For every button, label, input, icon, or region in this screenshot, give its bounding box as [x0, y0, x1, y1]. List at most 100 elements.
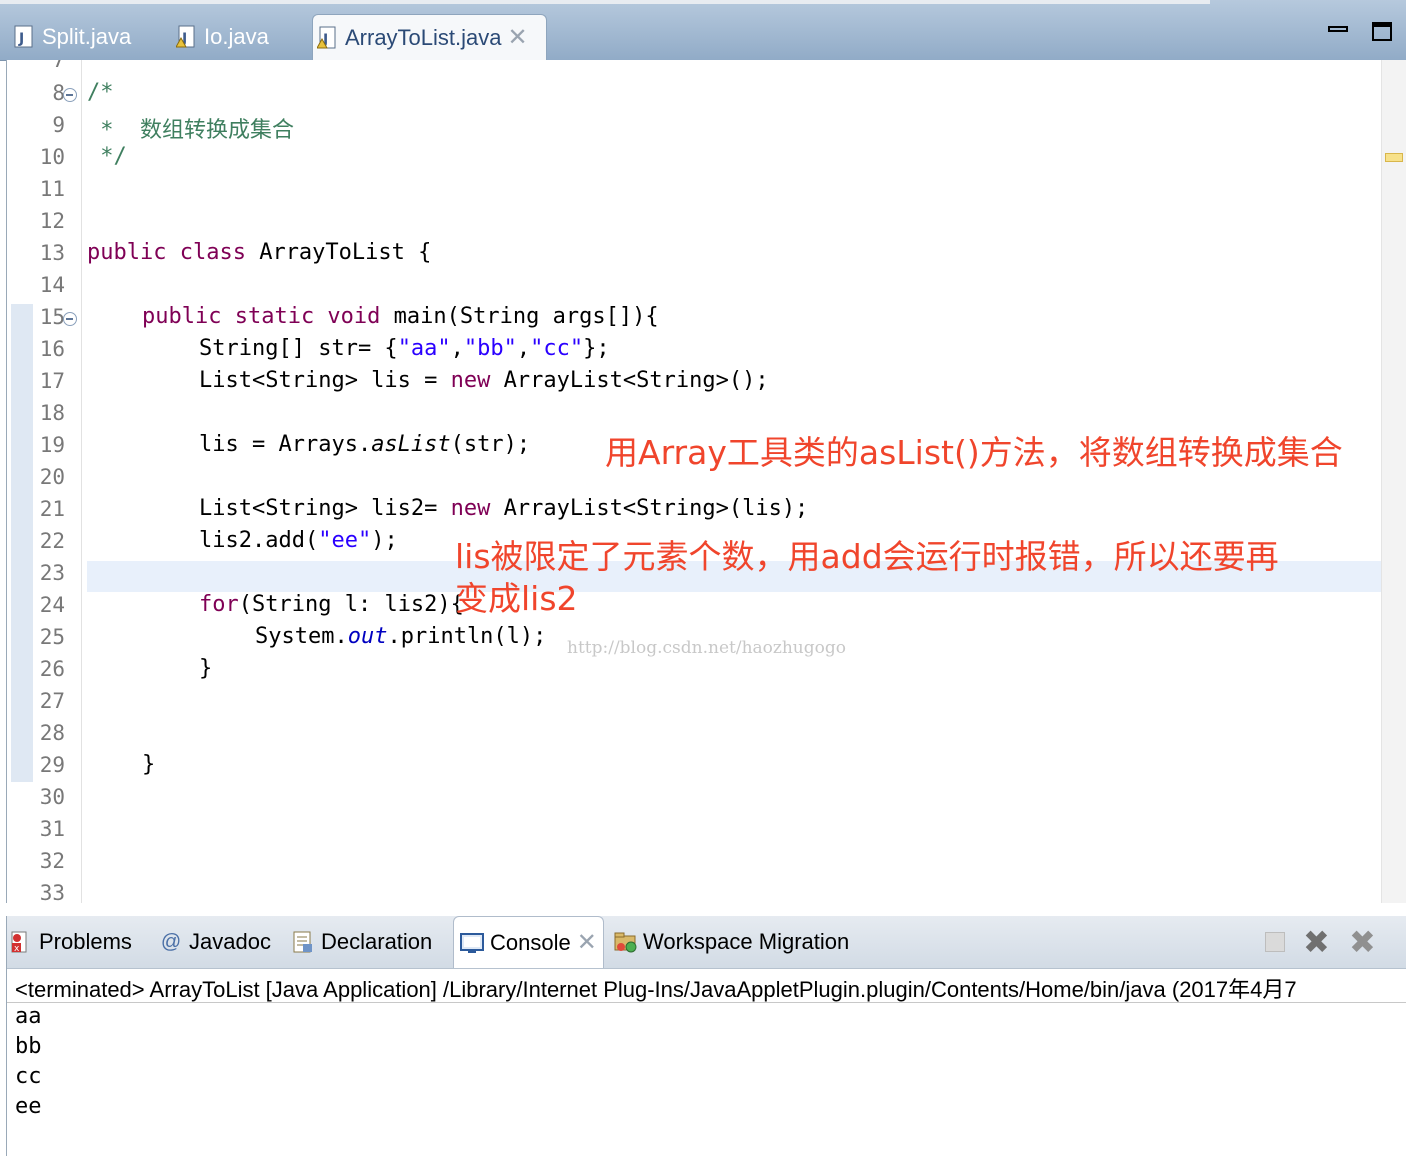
- code-line-26: }: [199, 656, 212, 681]
- remove-all-terminated-icon[interactable]: ✖: [1349, 924, 1376, 960]
- code-line-15: public static void main(String args[]){: [142, 304, 659, 329]
- line-number: 30: [39, 785, 65, 809]
- code-text: ,: [516, 336, 531, 361]
- line-number: 7: [52, 60, 65, 72]
- code-line-16: String[] str= {"aa","bb","cc"};: [199, 336, 610, 361]
- line-number: 9: [52, 113, 65, 137]
- line-number: 14: [39, 273, 65, 297]
- console-output-line: aa: [15, 1004, 42, 1029]
- comment-text: */: [87, 144, 127, 169]
- tab-arraytolist-java[interactable]: J ArrayToList.java ✕: [312, 14, 547, 60]
- console-icon: [460, 931, 484, 955]
- line-number: 10: [39, 145, 65, 169]
- line-number: 33: [39, 881, 65, 903]
- line-number: 28: [39, 721, 65, 745]
- line-number: 23: [39, 561, 65, 585]
- close-icon[interactable]: ✕: [508, 23, 528, 52]
- declaration-icon: [291, 930, 315, 954]
- console-view: x Problems @ Javadoc Declaration Console…: [6, 916, 1406, 1156]
- maximize-icon[interactable]: [1372, 22, 1394, 42]
- code-line-22: lis2.add("ee");: [199, 528, 398, 553]
- tab-declaration[interactable]: Declaration: [291, 916, 432, 968]
- comment-text: * 数组转换成集合: [87, 118, 294, 143]
- line-number: 24: [39, 593, 65, 617]
- line-number: 18: [39, 401, 65, 425]
- fold-collapse-icon[interactable]: [63, 88, 77, 102]
- code-text: }: [142, 752, 156, 777]
- tab-label: ArrayToList.java: [345, 24, 502, 50]
- string-literal: "aa": [397, 336, 451, 361]
- problems-icon: x: [9, 930, 33, 954]
- warning-marker[interactable]: [1385, 153, 1403, 162]
- terminate-icon[interactable]: [1265, 932, 1285, 952]
- tab-io-java[interactable]: J Io.java: [175, 14, 306, 60]
- static-method: asList: [371, 432, 451, 457]
- console-divider: [7, 1002, 1406, 1003]
- code-line-29: }: [142, 752, 155, 777]
- code-text: }: [199, 656, 213, 681]
- line-number: 13: [39, 241, 65, 265]
- code-line-8: /*: [87, 80, 114, 105]
- annotation-fixed-size-cont: 变成lis2: [455, 579, 578, 618]
- javadoc-icon: @: [160, 931, 182, 953]
- window-top-edge: [0, 0, 1210, 4]
- console-process-label: <terminated> ArrayToList [Java Applicati…: [15, 977, 1297, 1002]
- migration-icon: [613, 930, 637, 954]
- editor-tab-bar: J Split.java J Io.java J ArrayToList.jav…: [0, 0, 1406, 61]
- line-number: 31: [39, 817, 65, 841]
- tab-label: Workspace Migration: [643, 929, 850, 954]
- string-literal: "bb": [463, 336, 517, 361]
- tab-split-java[interactable]: J Split.java: [14, 14, 164, 60]
- close-icon[interactable]: ✕: [577, 928, 597, 957]
- console-output-line: ee: [15, 1094, 42, 1119]
- annotation-aslist: 用Array工具类的asList()方法，将数组转换成集合: [605, 433, 1343, 472]
- tab-label: Io.java: [204, 24, 269, 49]
- code-editor[interactable]: 7 8 9 10 11 12 13 14 15 16 17 18 19 20 2…: [6, 60, 1406, 903]
- line-number: 12: [39, 209, 65, 233]
- keyword: public static void: [142, 304, 381, 329]
- remove-launch-icon[interactable]: ✖: [1303, 924, 1330, 960]
- code-text: ArrayList<String>(lis);: [490, 496, 809, 521]
- keyword: for: [199, 592, 239, 617]
- code-text: ,: [450, 336, 464, 361]
- minimize-icon[interactable]: [1328, 22, 1350, 42]
- line-number: 26: [39, 657, 65, 681]
- svg-text:J: J: [18, 31, 24, 47]
- tab-console[interactable]: Console ✕: [453, 916, 604, 968]
- code-line-9: * 数组转换成集合: [87, 112, 294, 144]
- tab-label: Declaration: [321, 929, 433, 954]
- view-tab-bar: x Problems @ Javadoc Declaration Console…: [7, 916, 1406, 969]
- line-number: 11: [39, 177, 65, 201]
- line-number: 32: [39, 849, 65, 873]
- fold-collapse-icon[interactable]: [63, 312, 77, 326]
- code-text: String[] str= {: [199, 336, 398, 361]
- code-text: List<String> lis =: [199, 368, 451, 393]
- code-text: );: [371, 528, 398, 553]
- tab-javadoc[interactable]: @ Javadoc: [159, 916, 271, 968]
- code-text: main(String args[]){: [380, 304, 659, 329]
- tab-label: Split.java: [42, 24, 132, 49]
- code-line-19: lis = Arrays.asList(str);: [199, 432, 530, 457]
- line-number: 21: [39, 497, 65, 521]
- static-field: out: [347, 624, 388, 649]
- comment-text: /*: [87, 80, 114, 105]
- code-text: lis = Arrays.: [199, 432, 372, 457]
- code-line-17: List<String> lis = new ArrayList<String>…: [199, 368, 769, 393]
- svg-text:x: x: [14, 944, 20, 954]
- java-file-warning-icon: J: [316, 26, 337, 50]
- code-text: (String l: lis2){: [238, 592, 464, 617]
- code-text: (str);: [450, 432, 531, 457]
- tab-problems[interactable]: x Problems: [9, 916, 132, 968]
- line-number: 16: [39, 337, 65, 361]
- line-number: 8: [52, 81, 65, 105]
- line-number: 17: [39, 369, 65, 393]
- tab-workspace-migration[interactable]: Workspace Migration: [613, 916, 849, 968]
- watermark-text: http://blog.csdn.net/haozhugogo: [567, 638, 846, 658]
- code-line-13: public class ArrayToList {: [87, 240, 431, 265]
- code-text: ArrayList<String>();: [490, 368, 769, 393]
- java-file-warning-icon: J: [175, 25, 196, 49]
- keyword: new: [450, 368, 491, 393]
- line-number: 15: [39, 305, 65, 329]
- overview-ruler[interactable]: [1381, 60, 1406, 903]
- code-text: .println(l);: [387, 624, 547, 649]
